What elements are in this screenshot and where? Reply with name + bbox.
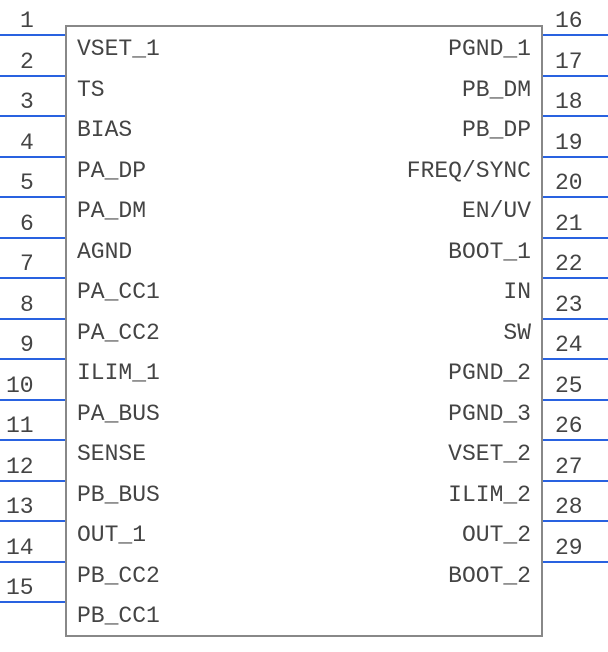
pin-number: 28: [555, 494, 583, 520]
pin-label: SW: [503, 320, 531, 346]
pin-number: 16: [555, 8, 583, 34]
pin-lead-left: [0, 156, 65, 158]
pin-number: 25: [555, 373, 583, 399]
pin-number: 7: [20, 251, 34, 277]
pin-number: 12: [6, 454, 34, 480]
pin-number: 21: [555, 211, 583, 237]
pin-number: 4: [20, 130, 34, 156]
pin-label: VSET_2: [448, 441, 531, 467]
pin-number: 22: [555, 251, 583, 277]
pin-label: PB_BUS: [77, 482, 160, 508]
pin-lead-right: [543, 480, 608, 482]
pin-number: 11: [6, 413, 34, 439]
pin-lead-left: [0, 399, 65, 401]
pin-label: ILIM_1: [77, 360, 160, 386]
pin-lead-right: [543, 399, 608, 401]
pin-number: 3: [20, 89, 34, 115]
pin-number: 8: [20, 292, 34, 318]
pin-lead-left: [0, 480, 65, 482]
pin-number: 19: [555, 130, 583, 156]
pin-label: PA_CC1: [77, 279, 160, 305]
pin-label: PA_DM: [77, 198, 146, 224]
pin-label: PA_CC2: [77, 320, 160, 346]
pin-lead-left: [0, 75, 65, 77]
pin-number: 18: [555, 89, 583, 115]
pin-label: IN: [503, 279, 531, 305]
pin-lead-left: [0, 277, 65, 279]
pin-lead-right: [543, 358, 608, 360]
pin-number: 15: [6, 575, 34, 601]
pin-label: PA_DP: [77, 158, 146, 184]
pin-number: 9: [20, 332, 34, 358]
pin-label: PB_DP: [462, 117, 531, 143]
pin-lead-right: [543, 156, 608, 158]
pin-lead-right: [543, 520, 608, 522]
pin-number: 29: [555, 535, 583, 561]
pin-label: PA_BUS: [77, 401, 160, 427]
pin-label: PGND_1: [448, 36, 531, 62]
pin-label: EN/UV: [462, 198, 531, 224]
pin-lead-right: [543, 277, 608, 279]
chip-pinout-diagram: 1 VSET_1 2 TS 3 BIAS 4 PA_DP 5 PA_DM 6 AGND 7 PA_CC1 8…: [0, 0, 608, 652]
pin-label: PB_CC2: [77, 563, 160, 589]
pin-lead-left: [0, 318, 65, 320]
pin-number: 27: [555, 454, 583, 480]
pin-lead-right: [543, 34, 608, 36]
pin-label: BOOT_2: [448, 563, 531, 589]
pin-number: 14: [6, 535, 34, 561]
pin-lead-left: [0, 196, 65, 198]
pin-label: VSET_1: [77, 36, 160, 62]
pin-lead-left: [0, 520, 65, 522]
pin-lead-right: [543, 75, 608, 77]
pin-number: 2: [20, 49, 34, 75]
pin-lead-left: [0, 561, 65, 563]
pin-label: OUT_2: [462, 522, 531, 548]
pin-label: AGND: [77, 239, 132, 265]
pin-lead-left: [0, 115, 65, 117]
pin-label: TS: [77, 77, 105, 103]
pin-label: PGND_3: [448, 401, 531, 427]
pin-label: SENSE: [77, 441, 146, 467]
pin-number: 13: [6, 494, 34, 520]
pin-number: 23: [555, 292, 583, 318]
pin-lead-left: [0, 34, 65, 36]
pin-lead-right: [543, 561, 608, 563]
pin-number: 26: [555, 413, 583, 439]
pin-number: 6: [20, 211, 34, 237]
pin-label: PB_CC1: [77, 603, 160, 629]
pin-number: 1: [20, 8, 34, 34]
pin-lead-right: [543, 196, 608, 198]
pin-lead-left: [0, 358, 65, 360]
pin-lead-right: [543, 439, 608, 441]
pin-lead-right: [543, 115, 608, 117]
pin-label: PB_DM: [462, 77, 531, 103]
pin-lead-right: [543, 318, 608, 320]
pin-label: FREQ/SYNC: [407, 158, 531, 184]
pin-label: ILIM_2: [448, 482, 531, 508]
pin-lead-left: [0, 439, 65, 441]
pin-number: 20: [555, 170, 583, 196]
pin-label: OUT_1: [77, 522, 146, 548]
pin-number: 10: [6, 373, 34, 399]
pin-label: PGND_2: [448, 360, 531, 386]
pin-number: 24: [555, 332, 583, 358]
pin-lead-left: [0, 601, 65, 603]
pin-number: 5: [20, 170, 34, 196]
pin-label: BOOT_1: [448, 239, 531, 265]
pin-label: BIAS: [77, 117, 132, 143]
pin-lead-left: [0, 237, 65, 239]
pin-number: 17: [555, 49, 583, 75]
pin-lead-right: [543, 237, 608, 239]
